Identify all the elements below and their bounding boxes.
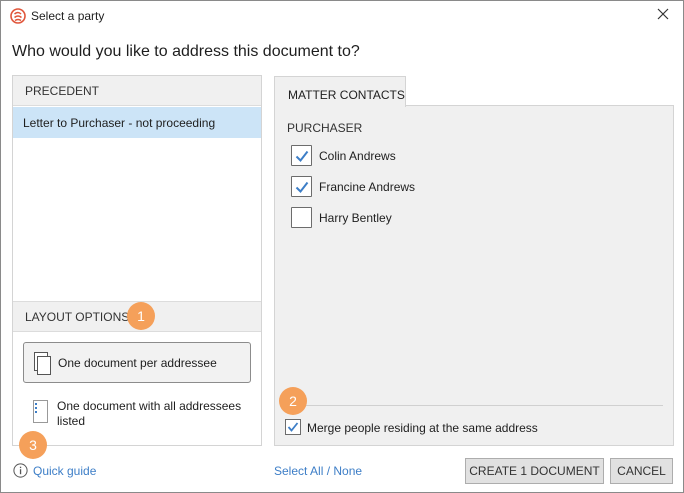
precedent-header: PRECEDENT [13, 76, 261, 106]
matter-contacts-panel: PURCHASER Colin Andrews Francine Andrews… [274, 105, 674, 446]
merge-label: Merge people residing at the same addres… [307, 421, 538, 435]
callout-badge-1: 1 [127, 302, 155, 330]
dialog-question: Who would you like to address this docum… [12, 43, 360, 60]
quick-guide-label: Quick guide [33, 464, 97, 478]
select-all-none-link[interactable]: Select All / None [274, 464, 362, 478]
one-document-per-addressee-button[interactable]: One document per addressee [23, 342, 251, 383]
merge-checkbox[interactable] [285, 419, 301, 435]
left-panel: PRECEDENT Letter to Purchaser - not proc… [12, 75, 262, 446]
document-list-icon [33, 400, 49, 423]
close-icon [657, 7, 669, 25]
tab-matter-contacts[interactable]: MATTER CONTACTS [274, 76, 406, 107]
contact-checkbox[interactable] [291, 207, 312, 228]
app-logo-icon [10, 8, 26, 24]
contact-name: Francine Andrews [319, 180, 416, 194]
callout-badge-3: 3 [19, 431, 47, 459]
close-button[interactable] [643, 1, 683, 31]
title-bar: Select a party [1, 1, 683, 32]
precedent-item[interactable]: Letter to Purchaser - not proceeding [13, 107, 261, 138]
one-document-all-addressees-button[interactable]: One document with all addressees listed [23, 394, 251, 436]
divider [281, 405, 663, 406]
callout-badge-2: 2 [279, 387, 307, 415]
cancel-button[interactable]: CANCEL [610, 458, 673, 484]
option2-label-line1: One document with all addressees [57, 399, 242, 413]
info-icon [13, 463, 28, 478]
contact-checkbox[interactable] [291, 176, 312, 197]
window-title: Select a party [31, 9, 105, 23]
option2-label-line2: listed [57, 414, 86, 428]
contact-group-label: PURCHASER [287, 121, 363, 135]
create-document-button[interactable]: CREATE 1 DOCUMENT [465, 458, 604, 484]
contact-name: Harry Bentley [319, 211, 392, 225]
select-party-dialog: Select a party Who would you like to add… [0, 0, 684, 493]
contact-checkbox[interactable] [291, 145, 312, 166]
contact-name: Colin Andrews [319, 149, 396, 163]
option1-label: One document per addressee [58, 356, 217, 370]
documents-icon [34, 352, 51, 375]
